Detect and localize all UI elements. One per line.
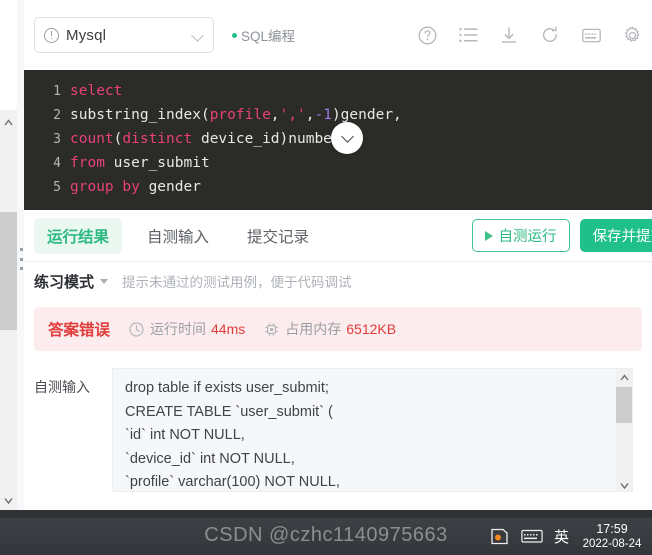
tab-run-result[interactable]: 运行结果 (34, 217, 123, 254)
test-input-scrollbar[interactable] (616, 369, 632, 491)
taskbar-time: 17:59 (596, 521, 628, 536)
info-circle-icon (44, 27, 59, 43)
ime-keyboard-icon[interactable] (521, 529, 543, 544)
sql-mode-tag: SQL编程 (232, 25, 295, 45)
code-text[interactable]: substring_index(profile,',',-1)gender, (70, 107, 402, 123)
settings-gear-icon[interactable] (622, 25, 642, 45)
test-input-row: 自测输入 drop table if exists user_submit; C… (34, 368, 652, 492)
runtime-stat: 运行时间 44ms (129, 319, 245, 339)
chevron-down-icon (340, 129, 354, 143)
line-number: 3 (53, 131, 61, 147)
mode-row: 练习模式 提示未通过的测试用例，便于代码调试 (24, 262, 652, 300)
scrollbar-up-arrow[interactable] (616, 369, 632, 385)
system-tray: 英 17:59 2022-08-24 (490, 518, 644, 555)
outer-scrollbar-thumb[interactable] (0, 212, 17, 330)
outer-scrollbar-up-arrow[interactable] (0, 114, 17, 131)
code-line[interactable]: 1 select (24, 79, 652, 103)
keyboard-icon[interactable] (581, 25, 601, 45)
taskbar-date: 2022-08-24 (582, 537, 642, 550)
app-root: Mysql SQL编程 1 select 2 substring_index(p… (0, 0, 652, 555)
collapse-editor-button[interactable] (331, 122, 363, 154)
taskbar-top-edge (0, 510, 652, 518)
editor-toolbar: Mysql SQL编程 (24, 0, 652, 70)
code-text[interactable]: group by gender (70, 179, 201, 195)
toolbar-icons (417, 25, 642, 45)
runtime-value: 44ms (211, 321, 246, 337)
database-select[interactable]: Mysql (34, 17, 214, 53)
code-line[interactable]: 5 group by gender (24, 175, 652, 199)
mode-hint: 提示未通过的测试用例，便于代码调试 (122, 275, 352, 290)
run-test-button[interactable]: 自测运行 (471, 219, 570, 252)
play-icon (484, 230, 493, 241)
code-text[interactable]: count(distinct device_id)number (70, 131, 341, 147)
code-text[interactable]: from user_submit (70, 155, 210, 171)
tab-test-input[interactable]: 自测输入 (134, 218, 222, 254)
scrollbar-thumb[interactable] (616, 387, 632, 423)
action-buttons: 自测运行 保存并提交 (471, 219, 652, 252)
chevron-down-icon (193, 30, 204, 41)
line-number: 1 (53, 83, 61, 99)
screenshot-tool-icon[interactable] (490, 528, 510, 545)
status-dot-icon (232, 32, 237, 38)
main-content: Mysql SQL编程 1 select 2 substring_index(p… (24, 0, 652, 518)
list-icon[interactable] (458, 25, 478, 45)
tab-submit-record[interactable]: 提交记录 (234, 218, 322, 254)
runtime-label: 运行时间 (150, 321, 207, 337)
test-input-box[interactable]: drop table if exists user_submit; CREATE… (112, 368, 633, 492)
code-line[interactable]: 4 from user_submit (24, 151, 652, 175)
taskbar-clock[interactable]: 17:59 2022-08-24 (580, 522, 644, 552)
database-select-value: Mysql (66, 26, 107, 44)
caret-down-icon[interactable] (100, 278, 109, 284)
run-test-button-label: 自测运行 (498, 229, 557, 245)
outer-scrollbar[interactable] (0, 0, 17, 518)
download-icon[interactable] (499, 25, 519, 45)
code-text[interactable]: select (70, 83, 122, 99)
result-tabbar: 运行结果 自测输入 提交记录 自测运行 保存并提交 (24, 210, 652, 262)
memory-value: 6512KB (346, 321, 397, 337)
ime-language-indicator[interactable]: 英 (554, 526, 569, 547)
verdict-label: 答案错误 (48, 322, 111, 339)
line-number: 5 (53, 179, 61, 195)
line-number: 2 (53, 107, 61, 123)
outer-scrollbar-down-arrow[interactable] (0, 492, 17, 509)
sql-mode-tag-label: SQL编程 (241, 29, 296, 44)
memory-stat: 占用内存 6512KB (264, 319, 396, 339)
save-and-submit-button[interactable]: 保存并提交 (579, 219, 652, 252)
result-status-banner: 答案错误 运行时间 44ms 占用内存 6512KB (34, 307, 642, 351)
save-and-submit-button-label: 保存并提交 (592, 229, 652, 245)
outer-scrollbar-top-gap (0, 0, 17, 110)
scrollbar-down-arrow[interactable] (616, 477, 632, 491)
memory-label: 占用内存 (285, 321, 342, 337)
clock-icon (129, 321, 144, 337)
memory-chip-icon (264, 322, 279, 337)
mode-selector-label[interactable]: 练习模式 (34, 271, 94, 292)
line-number: 4 (53, 155, 61, 171)
test-input-label: 自测输入 (34, 379, 90, 395)
help-icon[interactable] (417, 25, 437, 45)
test-input-text[interactable]: drop table if exists user_submit; CREATE… (113, 369, 632, 491)
refresh-icon[interactable] (540, 25, 560, 45)
os-taskbar: 英 17:59 2022-08-24 (0, 518, 652, 555)
